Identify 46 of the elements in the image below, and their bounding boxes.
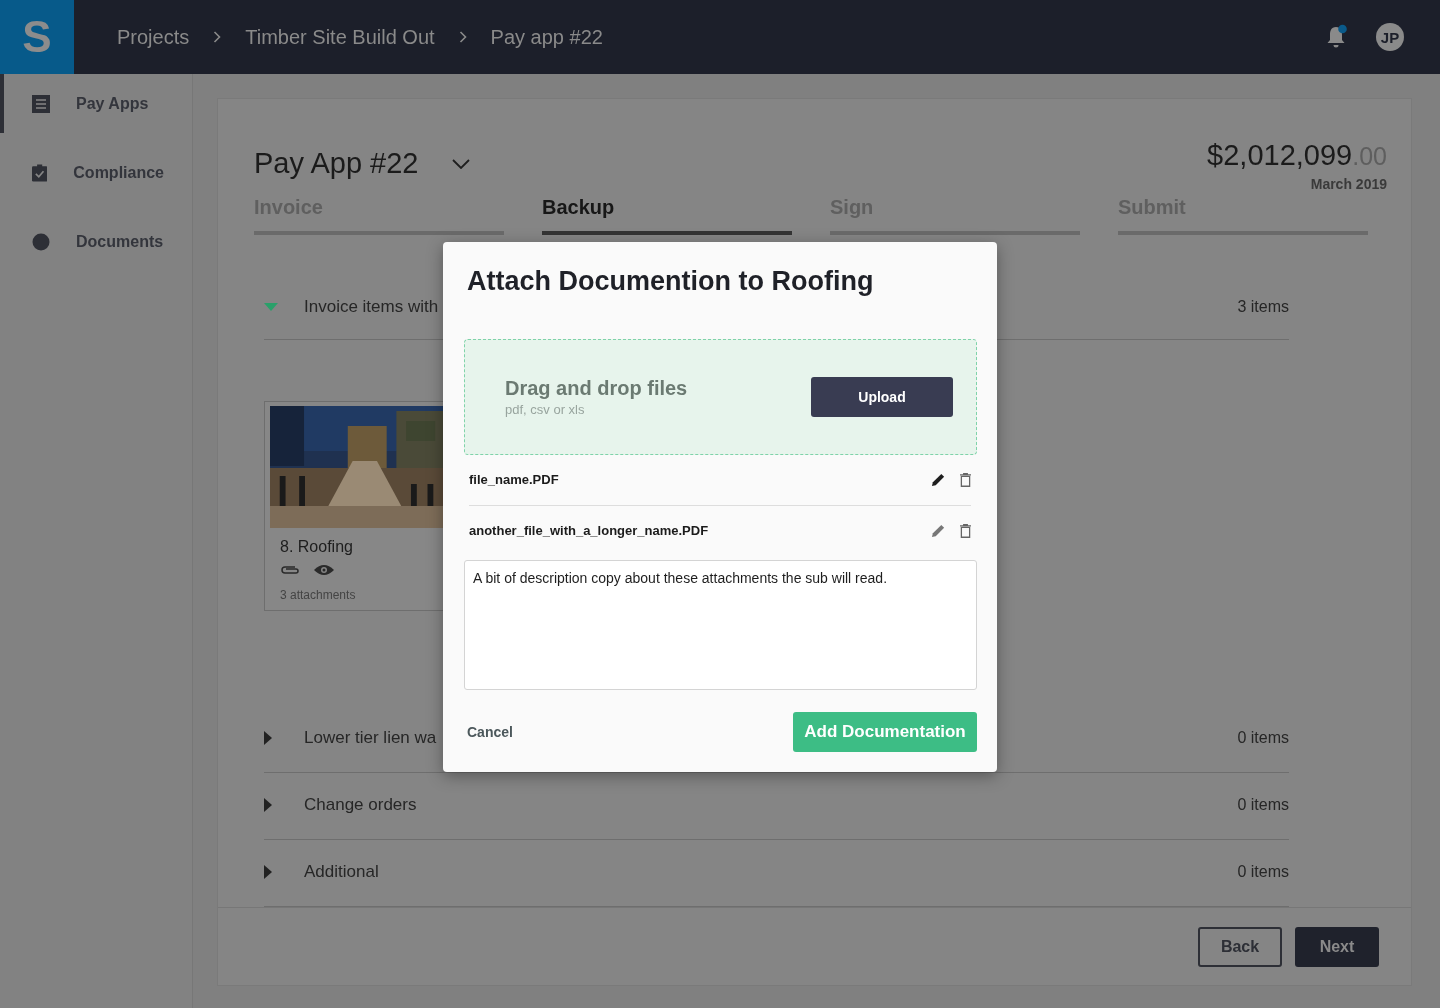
sidebar-item[interactable]: Documents	[0, 212, 192, 271]
pencil-icon[interactable]	[931, 472, 946, 488]
chevron-right-icon	[458, 31, 467, 43]
caret-right-icon[interactable]	[264, 798, 272, 812]
item-count: 0 items	[1237, 863, 1289, 881]
clipboard-check-icon	[32, 162, 48, 183]
file-name: another_file_with_a_longer_name.PDF	[469, 523, 710, 539]
caret-right-icon[interactable]	[264, 731, 272, 745]
breadcrumb-link[interactable]: Projects	[117, 25, 190, 49]
chevron-right-icon	[213, 31, 222, 43]
next-button[interactable]: Next	[1295, 926, 1379, 967]
breadcrumb-link[interactable]: Pay app #22	[490, 25, 603, 49]
dialog-title: Attach Documention to Roofing	[467, 266, 875, 297]
list-icon	[32, 94, 50, 113]
eye-icon[interactable]	[314, 564, 334, 576]
item-count: 0 items	[1237, 729, 1289, 747]
section-title: Lower tier lien wa	[304, 728, 437, 748]
breadcrumb-link[interactable]: Timber Site Build Out	[245, 25, 435, 49]
section-title: Additional	[304, 862, 379, 882]
card-title: 8. Roofing	[280, 538, 354, 556]
trash-icon[interactable]	[960, 523, 971, 538]
cancel-button[interactable]: Cancel	[464, 724, 516, 740]
sidebar-item[interactable]: Pay Apps	[0, 74, 192, 133]
chevron-down-icon[interactable]	[452, 158, 471, 169]
upload-button[interactable]: Upload	[811, 376, 953, 417]
dropzone-hint: pdf, csv or xls	[505, 401, 586, 417]
back-button[interactable]: Back	[1198, 926, 1282, 967]
dropzone-title: Drag and drop files	[505, 376, 688, 400]
pay-app-title: Pay App #22	[254, 147, 419, 180]
step-tab[interactable]: Backup	[542, 196, 792, 235]
attachment-count: 3 attachments	[280, 588, 357, 602]
sidebar-item[interactable]: Compliance	[0, 143, 192, 202]
section-title: Change orders	[304, 795, 417, 815]
pay-app-period: March 2019	[1309, 176, 1387, 192]
add-documentation-button[interactable]: Add Documentation	[793, 712, 977, 752]
caret-right-icon[interactable]	[264, 865, 272, 879]
section-title: Invoice items with	[304, 297, 439, 317]
circle-icon	[32, 232, 50, 251]
file-dropzone[interactable]: Drag and drop files pdf, csv or xls Upload	[464, 339, 977, 455]
trash-icon[interactable]	[960, 472, 971, 487]
file-name: file_name.PDF	[469, 472, 560, 488]
item-count: 3 items	[1237, 298, 1289, 316]
description-field[interactable]: A bit of description copy about these attachments the sub will read.	[464, 559, 977, 690]
item-count: 0 items	[1237, 796, 1289, 814]
user-avatar[interactable]: JP	[1376, 23, 1404, 51]
paperclip-icon	[280, 565, 300, 575]
